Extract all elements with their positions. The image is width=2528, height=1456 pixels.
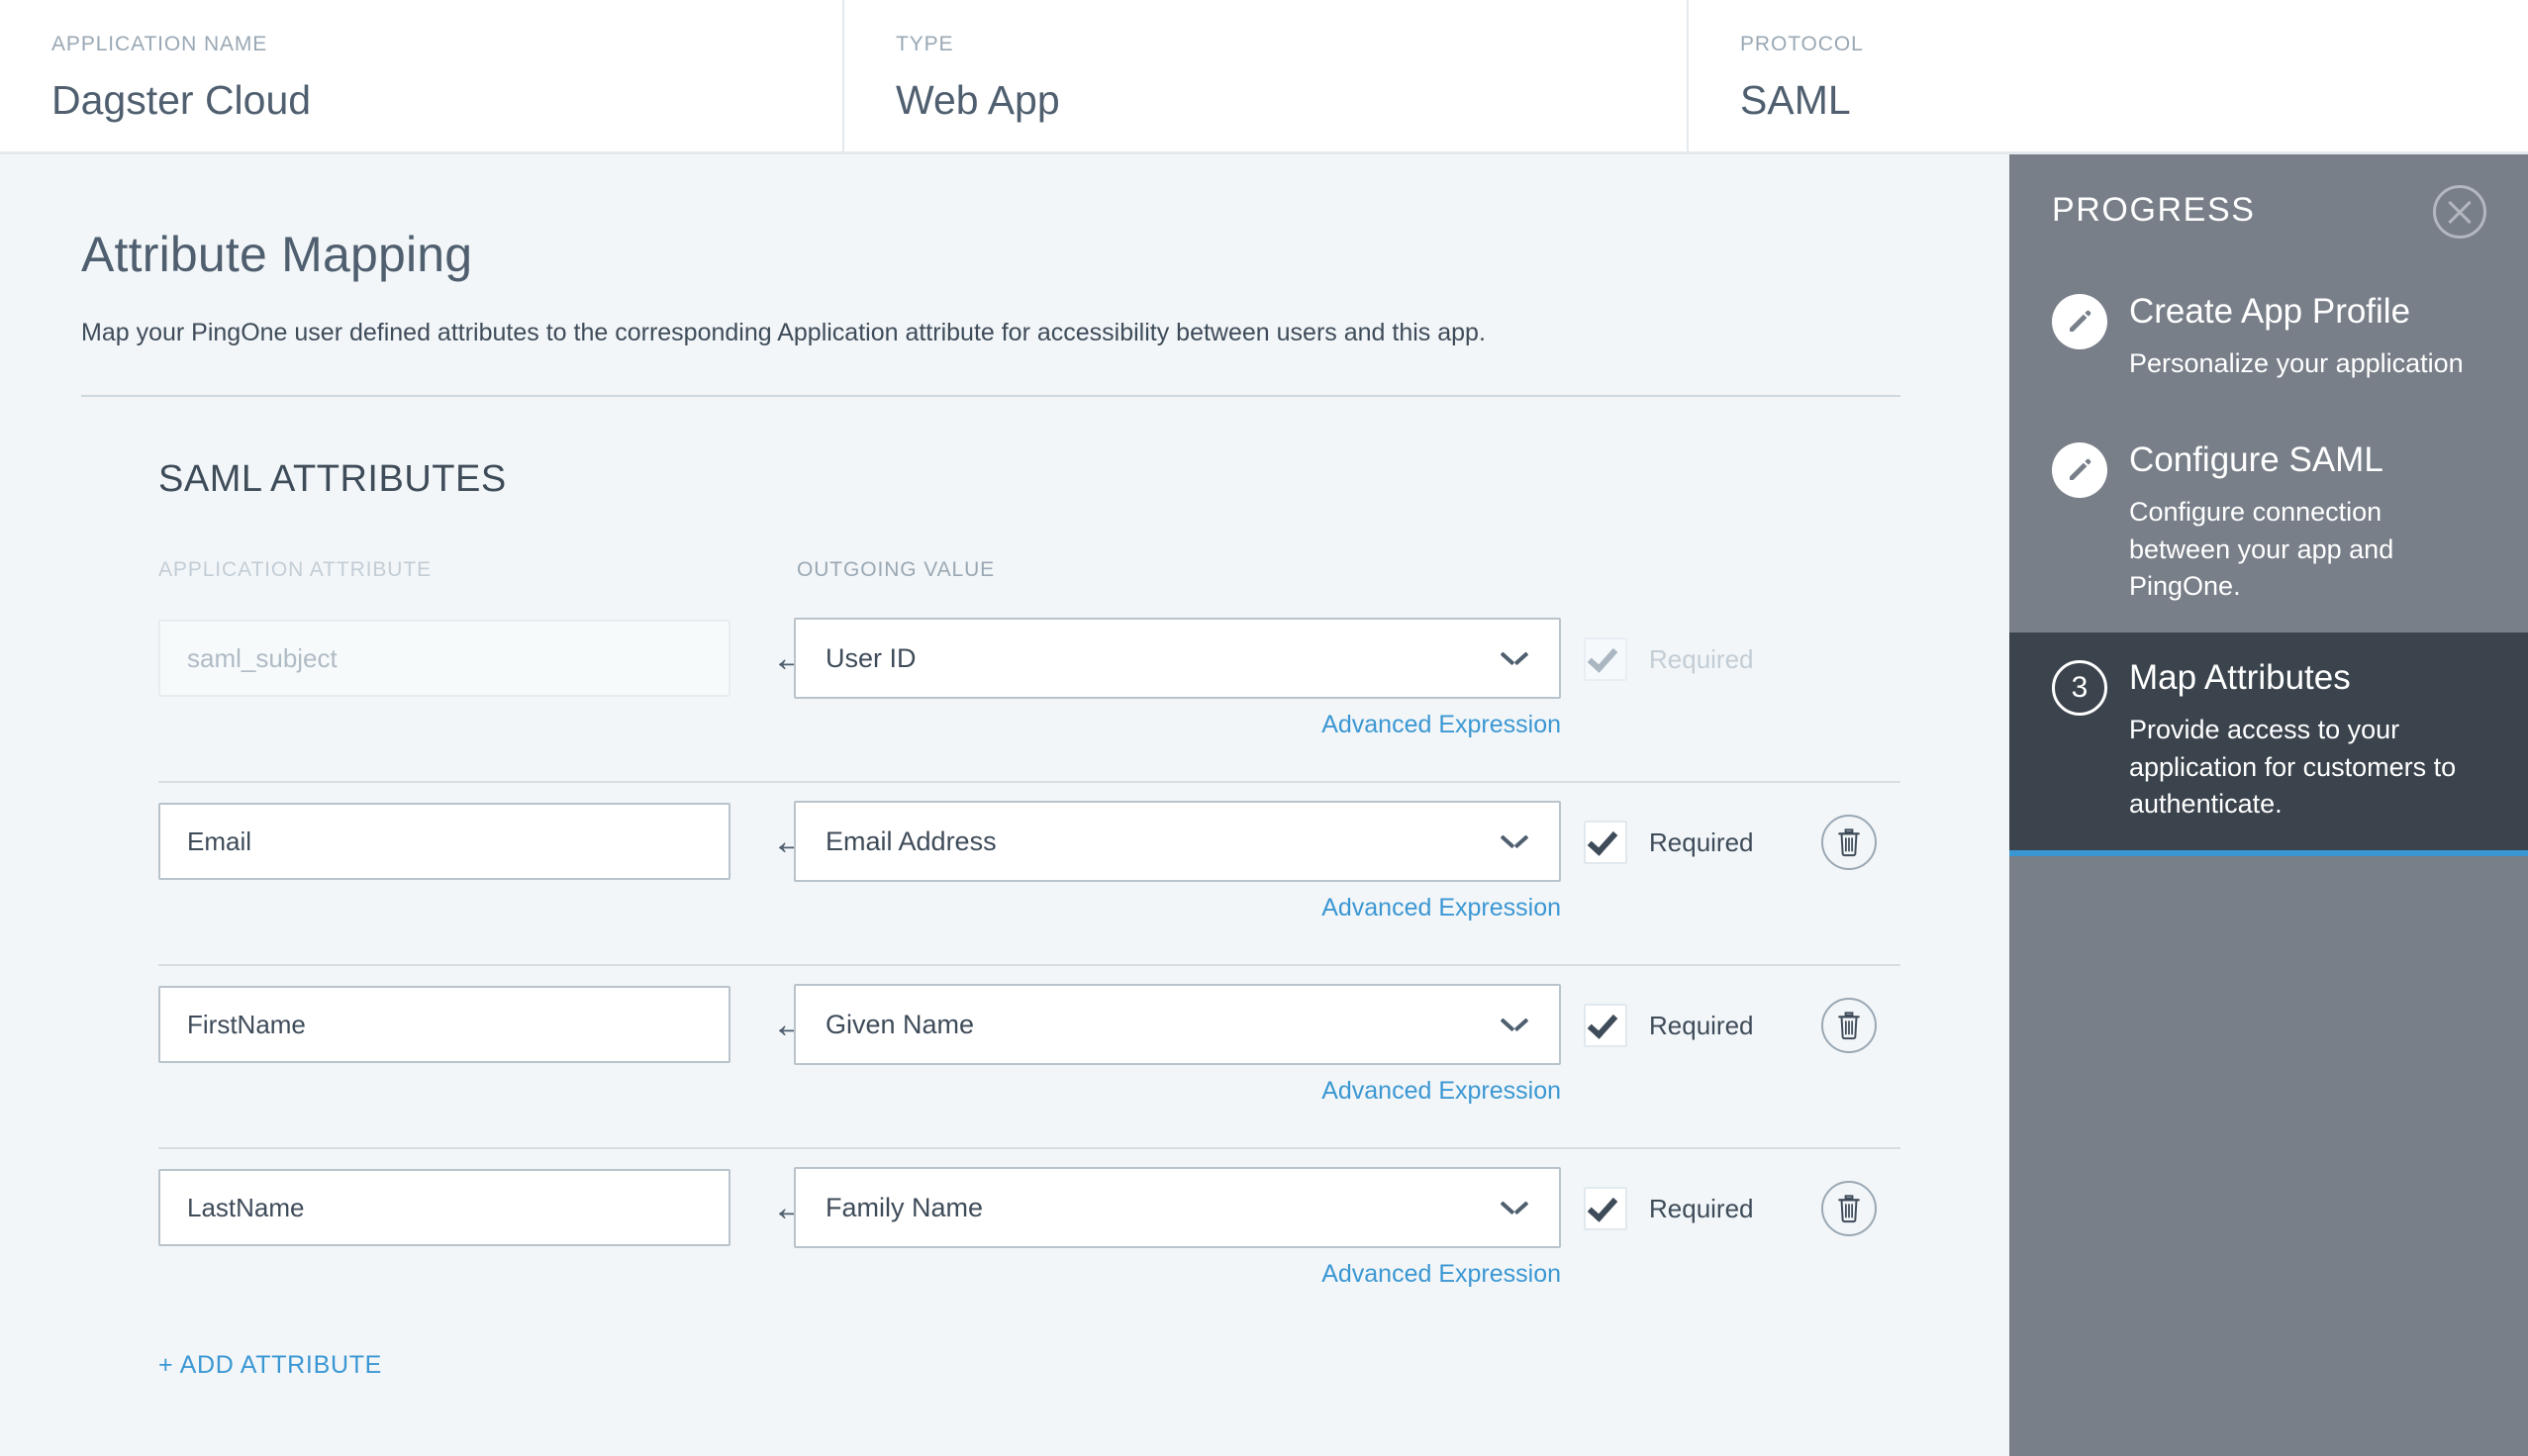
main-content: Attribute Mapping Map your PingOne user … xyxy=(0,154,2009,1456)
advanced-expression-link[interactable]: Advanced Expression xyxy=(794,1077,1561,1106)
required-label: Required xyxy=(1649,643,1754,674)
close-icon[interactable] xyxy=(2433,185,2486,239)
header-value-type: Web App xyxy=(896,77,1060,123)
required-label: Required xyxy=(1649,1193,1754,1223)
progress-step-description: Personalize your application xyxy=(2129,348,2464,379)
table-row: FirstName ← Given Name Advanced Expressi… xyxy=(158,966,1900,1149)
trash-icon xyxy=(1838,828,1860,857)
header-field-protocol: PROTOCOL SAML xyxy=(1689,0,2528,151)
table-row: LastName ← Family Name Advanced Expressi… xyxy=(158,1149,1900,1308)
application-attribute-input[interactable]: Email xyxy=(158,803,730,880)
column-header-outgoing-value: OUTGOING VALUE xyxy=(797,558,996,581)
column-headers: APPLICATION ATTRIBUTE OUTGOING VALUE xyxy=(158,558,2009,588)
header-label-application-name: APPLICATION NAME xyxy=(51,33,268,55)
check-icon xyxy=(1587,1191,1618,1222)
delete-attribute-button[interactable] xyxy=(1821,815,1877,870)
check-icon xyxy=(1587,825,1618,856)
application-attribute-input[interactable]: FirstName xyxy=(158,986,730,1063)
outgoing-value-select[interactable]: User ID xyxy=(794,618,1561,699)
section-title-saml-attributes: SAML ATTRIBUTES xyxy=(158,458,507,500)
progress-step-description: Configure connection between your app an… xyxy=(2129,497,2394,601)
header-label-type: TYPE xyxy=(896,33,954,55)
required-checkbox[interactable] xyxy=(1584,821,1627,864)
outgoing-value-select[interactable]: Email Address xyxy=(794,801,1561,882)
required-control: Required xyxy=(1584,637,1754,681)
outgoing-value-text: Given Name xyxy=(826,1009,975,1039)
required-checkbox[interactable] xyxy=(1584,1187,1627,1230)
page-title: Attribute Mapping xyxy=(81,227,473,282)
header-value-protocol: SAML xyxy=(1740,77,1851,123)
outgoing-value-text: Family Name xyxy=(826,1192,984,1222)
chevron-down-icon xyxy=(1502,1018,1527,1032)
outgoing-value-select-wrapper[interactable]: Given Name xyxy=(794,984,1561,1065)
chevron-down-icon xyxy=(1502,651,1527,666)
app-summary-header: APPLICATION NAME Dagster Cloud TYPE Web … xyxy=(0,0,2528,154)
trash-icon xyxy=(1838,1012,1860,1040)
outgoing-value-text: User ID xyxy=(826,642,917,673)
required-label: Required xyxy=(1649,826,1754,857)
title-divider xyxy=(81,395,1900,397)
header-field-application-name: APPLICATION NAME Dagster Cloud xyxy=(0,0,844,151)
progress-step-map-attributes[interactable]: 3 Map Attributes Provide access to your … xyxy=(2009,632,2528,856)
progress-step-description: Provide access to your application for c… xyxy=(2129,715,2457,819)
check-icon xyxy=(1587,641,1618,673)
required-control[interactable]: Required xyxy=(1584,1004,1754,1047)
application-attribute-input: saml_subject xyxy=(158,620,730,697)
advanced-expression-link[interactable]: Advanced Expression xyxy=(794,894,1561,922)
advanced-expression-link[interactable]: Advanced Expression xyxy=(794,1260,1561,1289)
header-label-protocol: PROTOCOL xyxy=(1740,33,1864,55)
outgoing-value-select-wrapper[interactable]: Family Name xyxy=(794,1167,1561,1248)
page-subtitle: Map your PingOne user defined attributes… xyxy=(81,319,1486,346)
chevron-down-icon xyxy=(1502,834,1527,849)
outgoing-value-select[interactable]: Given Name xyxy=(794,984,1561,1065)
required-control[interactable]: Required xyxy=(1584,1187,1754,1230)
progress-step-create-app-profile[interactable]: Create App Profile Personalize your appl… xyxy=(2009,266,2528,415)
progress-step-label: Create App Profile xyxy=(2129,292,2411,331)
outgoing-value-select[interactable]: Family Name xyxy=(794,1167,1561,1248)
add-attribute-button[interactable]: + ADD ATTRIBUTE xyxy=(158,1351,382,1380)
trash-icon xyxy=(1838,1195,1860,1223)
header-field-type: TYPE Web App xyxy=(844,0,1689,151)
progress-sidebar: PROGRESS Create App Profile Personalize … xyxy=(2009,140,2528,1456)
advanced-expression-link[interactable]: Advanced Expression xyxy=(794,711,1561,739)
application-attribute-input[interactable]: LastName xyxy=(158,1169,730,1246)
pencil-icon xyxy=(2052,442,2107,498)
outgoing-value-select-wrapper[interactable]: Email Address xyxy=(794,801,1561,882)
outgoing-value-select-wrapper[interactable]: User ID xyxy=(794,618,1561,699)
table-row: Email ← Email Address Advanced Expressio… xyxy=(158,783,1900,966)
chevron-down-icon xyxy=(1502,1201,1527,1215)
required-checkbox[interactable] xyxy=(1584,1004,1627,1047)
progress-step-configure-saml[interactable]: Configure SAML Configure connection betw… xyxy=(2009,415,2528,632)
progress-title: PROGRESS xyxy=(2052,191,2256,229)
progress-header: PROGRESS xyxy=(2009,140,2528,266)
outgoing-value-text: Email Address xyxy=(826,825,997,856)
table-row: saml_subject ← User ID Advanced Expressi… xyxy=(158,600,1900,783)
pencil-icon xyxy=(2052,294,2107,349)
attribute-mapping-screen: APPLICATION NAME Dagster Cloud TYPE Web … xyxy=(0,0,2528,1456)
step-number-badge: 3 xyxy=(2052,660,2107,716)
header-value-application-name: Dagster Cloud xyxy=(51,77,312,123)
required-control[interactable]: Required xyxy=(1584,821,1754,864)
progress-step-label: Map Attributes xyxy=(2129,658,2351,697)
check-icon xyxy=(1587,1008,1618,1039)
delete-attribute-button[interactable] xyxy=(1821,1181,1877,1236)
attribute-rows: saml_subject ← User ID Advanced Expressi… xyxy=(158,600,1900,1308)
delete-attribute-button[interactable] xyxy=(1821,998,1877,1053)
column-header-application-attribute: APPLICATION ATTRIBUTE xyxy=(158,558,432,581)
progress-step-label: Configure SAML xyxy=(2129,440,2383,479)
required-label: Required xyxy=(1649,1010,1754,1040)
required-checkbox xyxy=(1584,637,1627,681)
